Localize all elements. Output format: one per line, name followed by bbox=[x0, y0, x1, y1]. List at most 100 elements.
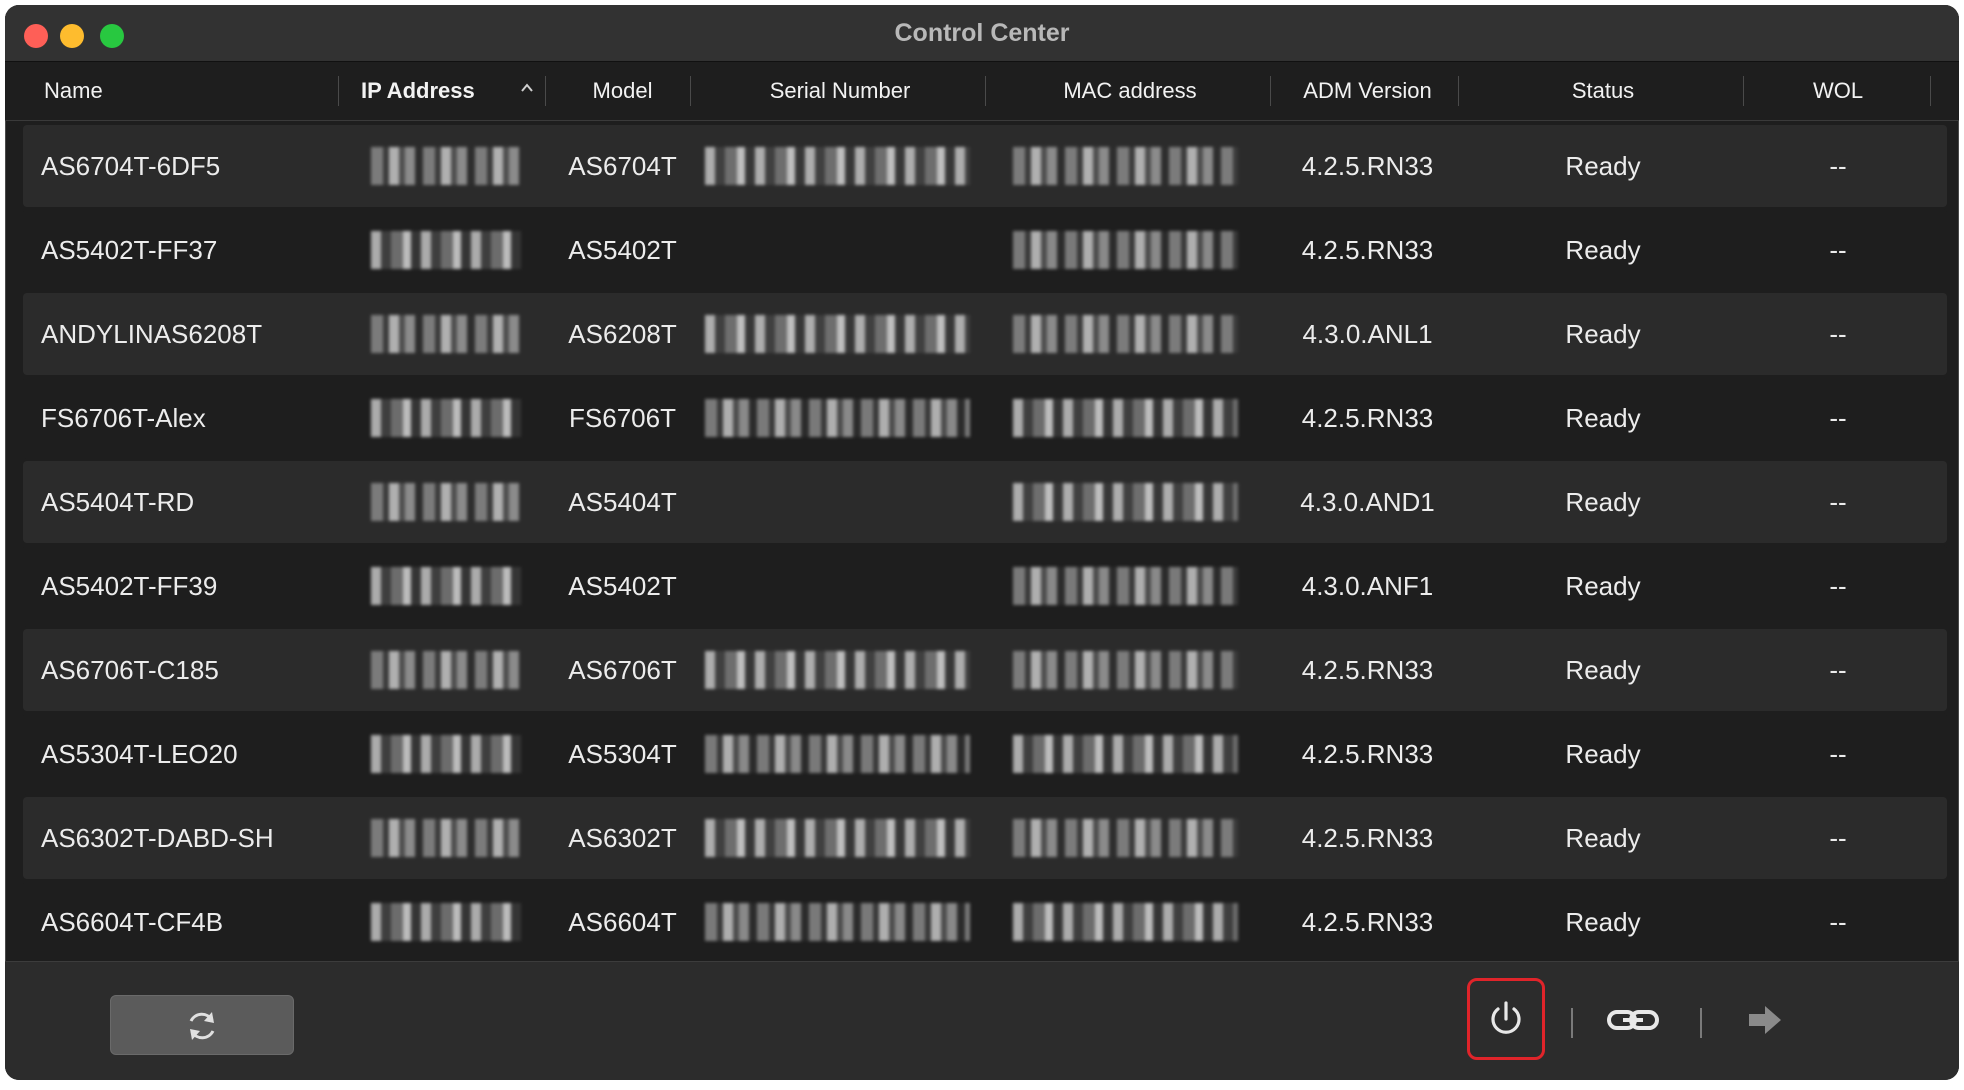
device-adm-version: 4.2.5.RN33 bbox=[1301, 823, 1434, 853]
device-adm-version: 4.2.5.RN33 bbox=[1301, 739, 1434, 769]
column-divider bbox=[545, 76, 546, 106]
redacted-mac bbox=[1013, 651, 1238, 689]
device-wol: -- bbox=[1829, 655, 1847, 685]
device-wol: -- bbox=[1829, 151, 1847, 181]
column-divider bbox=[1270, 76, 1271, 106]
column-divider bbox=[690, 76, 691, 106]
redacted-serial bbox=[705, 819, 970, 857]
column-divider bbox=[985, 76, 986, 106]
redacted-ip bbox=[371, 315, 521, 353]
device-wol: -- bbox=[1829, 571, 1847, 601]
toolbar-divider bbox=[1571, 1008, 1573, 1038]
column-header-model[interactable]: Model bbox=[550, 62, 695, 120]
table-row[interactable]: AS6604T-CF4B AS6604T 4.2.5.RN33 Ready -- bbox=[23, 881, 1947, 963]
redacted-ip bbox=[371, 147, 521, 185]
device-name: AS5402T-FF37 bbox=[41, 235, 218, 265]
table-row[interactable]: ANDYLINAS6208T AS6208T 4.3.0.ANL1 Ready … bbox=[23, 293, 1947, 375]
control-center-window: Control Center Name IP Address Model Ser… bbox=[5, 5, 1959, 1080]
device-model: AS5402T bbox=[568, 235, 677, 265]
column-header-adm-version[interactable]: ADM Version bbox=[1275, 62, 1460, 120]
redacted-serial bbox=[705, 903, 970, 941]
redacted-mac bbox=[1013, 399, 1238, 437]
redacted-ip bbox=[371, 735, 521, 773]
column-divider bbox=[1930, 76, 1931, 106]
redacted-serial bbox=[705, 315, 970, 353]
column-header-mac-address[interactable]: MAC address bbox=[990, 62, 1270, 120]
power-button[interactable] bbox=[1467, 978, 1545, 1060]
device-model: AS6208T bbox=[568, 319, 677, 349]
chevron-up-icon bbox=[521, 83, 533, 92]
table-header: Name IP Address Model Serial Number MAC … bbox=[5, 62, 1959, 121]
redacted-mac bbox=[1013, 903, 1238, 941]
redacted-mac bbox=[1013, 735, 1238, 773]
refresh-icon bbox=[189, 1012, 215, 1040]
device-model: AS5304T bbox=[568, 739, 677, 769]
table-row[interactable]: AS6704T-6DF5 AS6704T 4.2.5.RN33 Ready -- bbox=[23, 125, 1947, 207]
toolbar-divider bbox=[1700, 1008, 1702, 1038]
column-header-serial-number[interactable]: Serial Number bbox=[695, 62, 985, 120]
redacted-serial bbox=[705, 147, 970, 185]
redacted-mac bbox=[1013, 315, 1238, 353]
device-wol: -- bbox=[1829, 487, 1847, 517]
table-row[interactable]: AS5402T-FF37 AS5402T 4.2.5.RN33 Ready -- bbox=[23, 209, 1947, 291]
column-header-status[interactable]: Status bbox=[1463, 62, 1743, 120]
device-model: AS6704T bbox=[568, 151, 677, 181]
link-icon bbox=[1607, 1010, 1659, 1030]
device-status: Ready bbox=[1565, 571, 1641, 601]
device-adm-version: 4.2.5.RN33 bbox=[1301, 151, 1434, 181]
arrow-right-icon bbox=[1749, 1006, 1781, 1034]
redacted-mac bbox=[1013, 231, 1238, 269]
device-name: AS5404T-RD bbox=[41, 487, 195, 517]
column-divider bbox=[338, 76, 339, 106]
device-name: AS6604T-CF4B bbox=[41, 907, 224, 937]
device-wol: -- bbox=[1829, 823, 1847, 853]
device-status: Ready bbox=[1565, 823, 1641, 853]
device-adm-version: 4.3.0.ANL1 bbox=[1302, 319, 1433, 349]
column-divider bbox=[1743, 76, 1744, 106]
device-status: Ready bbox=[1565, 739, 1641, 769]
window-title: Control Center bbox=[894, 19, 1070, 47]
redacted-ip bbox=[371, 399, 521, 437]
link-button[interactable] bbox=[1605, 998, 1661, 1042]
device-model: FS6706T bbox=[569, 403, 676, 433]
table-row[interactable]: FS6706T-Alex FS6706T 4.2.5.RN33 Ready -- bbox=[23, 377, 1947, 459]
device-name: ANDYLINAS6208T bbox=[41, 319, 263, 349]
column-header-wol[interactable]: WOL bbox=[1748, 62, 1928, 120]
device-status: Ready bbox=[1565, 403, 1641, 433]
device-wol: -- bbox=[1829, 403, 1847, 433]
redacted-ip bbox=[371, 231, 521, 269]
refresh-button[interactable] bbox=[110, 995, 294, 1055]
device-model: AS6604T bbox=[568, 907, 677, 937]
table-row[interactable]: AS5404T-RD AS5404T 4.3.0.AND1 Ready -- bbox=[23, 461, 1947, 543]
title-bar: Control Center bbox=[5, 5, 1959, 62]
device-wol: -- bbox=[1829, 739, 1847, 769]
device-name: AS6704T-6DF5 bbox=[41, 151, 221, 181]
column-header-name[interactable]: Name bbox=[44, 62, 103, 120]
redacted-ip bbox=[371, 819, 521, 857]
redacted-mac bbox=[1013, 819, 1238, 857]
redacted-ip bbox=[371, 567, 521, 605]
device-adm-version: 4.2.5.RN33 bbox=[1301, 907, 1434, 937]
device-status: Ready bbox=[1565, 655, 1641, 685]
device-adm-version: 4.3.0.ANF1 bbox=[1301, 571, 1434, 601]
device-name: AS6302T-DABD-SH bbox=[41, 823, 274, 853]
device-status: Ready bbox=[1565, 487, 1641, 517]
redacted-mac bbox=[1013, 483, 1238, 521]
redacted-ip bbox=[371, 651, 521, 689]
redacted-ip bbox=[371, 903, 521, 941]
table-row[interactable]: AS6302T-DABD-SH AS6302T 4.2.5.RN33 Ready… bbox=[23, 797, 1947, 879]
column-header-ip-address[interactable]: IP Address bbox=[361, 62, 475, 120]
redacted-serial bbox=[705, 399, 970, 437]
table-row[interactable]: AS5402T-FF39 AS5402T 4.3.0.ANF1 Ready -- bbox=[23, 545, 1947, 627]
device-name: AS6706T-C185 bbox=[41, 655, 219, 685]
device-adm-version: 4.2.5.RN33 bbox=[1301, 235, 1434, 265]
connect-button[interactable] bbox=[1743, 998, 1793, 1042]
device-wol: -- bbox=[1829, 319, 1847, 349]
table-row[interactable]: AS5304T-LEO20 AS5304T 4.2.5.RN33 Ready -… bbox=[23, 713, 1947, 795]
table-row[interactable]: AS6706T-C185 AS6706T 4.2.5.RN33 Ready -- bbox=[23, 629, 1947, 711]
redacted-serial bbox=[705, 735, 970, 773]
redacted-mac bbox=[1013, 147, 1238, 185]
device-adm-version: 4.2.5.RN33 bbox=[1301, 403, 1434, 433]
device-name: AS5402T-FF39 bbox=[41, 571, 218, 601]
device-model: AS5404T bbox=[568, 487, 677, 517]
